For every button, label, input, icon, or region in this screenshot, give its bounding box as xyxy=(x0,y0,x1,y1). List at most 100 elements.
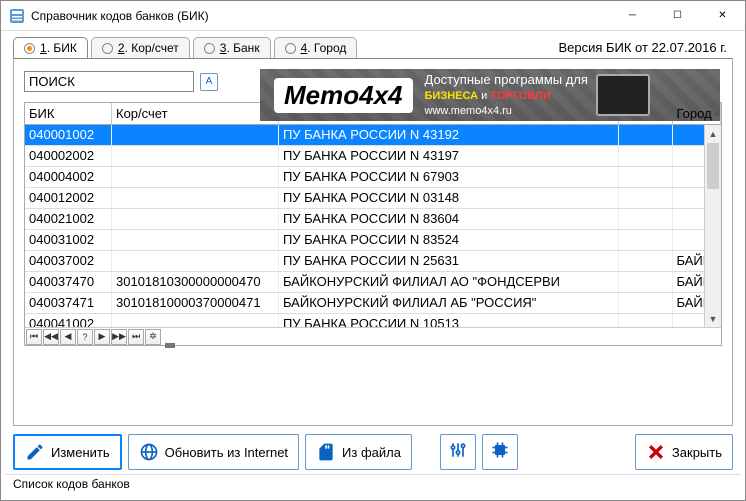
radio-icon xyxy=(204,43,215,54)
tab-город[interactable]: 4. Город xyxy=(274,37,358,58)
radio-icon xyxy=(102,43,113,54)
nav-btn-0[interactable]: ⏮ xyxy=(26,329,42,345)
cell-status xyxy=(619,293,672,313)
cell-name: ПУ БАНКА РОССИИ N 43197 xyxy=(279,146,619,166)
cell-kor xyxy=(112,188,279,208)
table-row[interactable]: 040001002ПУ БАНКА РОССИИ N 43192 xyxy=(25,125,721,146)
cell-kor xyxy=(112,125,279,145)
cell-kor: 30101810000370000471 xyxy=(112,293,279,313)
cell-bik: 040041002 xyxy=(25,314,112,327)
cell-kor xyxy=(112,314,279,327)
cell-status xyxy=(619,167,672,187)
nav-btn-6[interactable]: ⏭ xyxy=(128,329,144,345)
table-row[interactable]: 040041002 ПУ БАНКА РОССИИ N 10513 xyxy=(25,314,721,327)
scroll-track[interactable] xyxy=(705,190,721,310)
app-icon xyxy=(9,8,25,24)
cell-status xyxy=(619,146,672,166)
cell-name: ПУ БАНКА РОССИИ N 43192 xyxy=(279,125,619,145)
x-icon xyxy=(646,442,666,462)
record-navigator: ⏮◀◀◀?▶▶▶⏭✲ xyxy=(25,327,721,345)
window-controls: ─ ☐ ✕ xyxy=(610,1,745,30)
cell-bik: 040037002 xyxy=(25,251,112,271)
banner-monitor-icon xyxy=(596,74,650,116)
table-row[interactable]: 040031002ПУ БАНКА РОССИИ N 83524 xyxy=(25,230,721,251)
status-text: Список кодов банков xyxy=(13,477,130,491)
cell-status xyxy=(619,230,672,250)
close-app-button[interactable]: Закрыть xyxy=(635,434,733,470)
vertical-scrollbar[interactable]: ▲ ▼ xyxy=(704,125,721,327)
banner-and: и xyxy=(481,90,487,102)
search-input[interactable] xyxy=(24,71,194,92)
cell-status xyxy=(619,314,672,327)
globe-icon xyxy=(139,442,159,462)
cell-name: ПУ БАНКА РОССИИ N 83604 xyxy=(279,209,619,229)
scroll-thumb[interactable] xyxy=(707,143,719,189)
cell-kor xyxy=(112,167,279,187)
nav-btn-2[interactable]: ◀ xyxy=(60,329,76,345)
table-row[interactable]: 04003747130101810000370000471БАЙКОНУРСКИ… xyxy=(25,293,721,314)
tabs: 1. БИК2. Кор/счет3. Банк4. Город xyxy=(13,37,357,58)
cell-status xyxy=(619,272,672,292)
update-button[interactable]: Обновить из Internet xyxy=(128,434,299,470)
tab-row: 1. БИК2. Кор/счет3. Банк4. Город Версия … xyxy=(1,31,745,58)
nav-btn-3[interactable]: ? xyxy=(77,329,93,345)
pencil-icon xyxy=(25,442,45,462)
nav-btn-5[interactable]: ▶▶ xyxy=(111,329,127,345)
sdcard-icon xyxy=(316,442,336,462)
col-kor[interactable]: Кор/счет xyxy=(112,103,279,124)
table-row[interactable]: 04003747030101810300000000470БАЙКОНУРСКИ… xyxy=(25,272,721,293)
cell-status xyxy=(619,125,672,145)
cell-bik: 040004002 xyxy=(25,167,112,187)
close-button[interactable]: ✕ xyxy=(700,1,745,30)
cell-name: БАЙКОНУРСКИЙ ФИЛИАЛ АО "ФОНДСЕРВИ xyxy=(279,272,619,292)
search-aux-button[interactable]: А xyxy=(200,73,218,91)
cell-name: БАЙКОНУРСКИЙ ФИЛИАЛ АБ "РОССИЯ" xyxy=(279,293,619,313)
nav-btn-7[interactable]: ✲ xyxy=(145,329,161,345)
window-title: Справочник кодов банков (БИК) xyxy=(31,9,610,23)
update-label: Обновить из Internet xyxy=(165,445,288,460)
table-row[interactable]: 040002002 ПУ БАНКА РОССИИ N 43197 xyxy=(25,146,721,167)
banner-url: www.memo4x4.ru xyxy=(425,104,588,119)
from-file-button[interactable]: Из файла xyxy=(305,434,412,470)
banner-text: Доступные программы для БИЗНЕСА и ТОРГОВ… xyxy=(425,71,588,118)
main-panel: А Memo4x4 Доступные программы для БИЗНЕС… xyxy=(13,58,733,426)
edit-label: Изменить xyxy=(51,445,110,460)
table-row[interactable]: 040021002ПУ БАНКА РОССИИ N 83604 xyxy=(25,209,721,230)
cell-name: ПУ БАНКА РОССИИ N 10513 xyxy=(279,314,619,327)
close-label: Закрыть xyxy=(672,445,722,460)
nav-btn-4[interactable]: ▶ xyxy=(94,329,110,345)
sliders-button[interactable] xyxy=(440,434,476,470)
nav-btn-1[interactable]: ◀◀ xyxy=(43,329,59,345)
cell-name: ПУ БАНКА РОССИИ N 25631 xyxy=(279,251,619,271)
cell-bik: 040037471 xyxy=(25,293,112,313)
from-file-label: Из файла xyxy=(342,445,401,460)
maximize-button[interactable]: ☐ xyxy=(655,1,700,30)
chip-button[interactable] xyxy=(482,434,518,470)
cell-kor xyxy=(112,251,279,271)
tab-банк[interactable]: 3. Банк xyxy=(193,37,271,58)
cell-name: ПУ БАНКА РОССИИ N 03148 xyxy=(279,188,619,208)
table-row[interactable]: 040037002ПУ БАНКА РОССИИ N 25631БАЙК xyxy=(25,251,721,272)
col-city[interactable]: Город xyxy=(673,103,721,124)
scroll-down-icon[interactable]: ▼ xyxy=(705,310,721,327)
tab-бик[interactable]: 1. БИК xyxy=(13,37,88,58)
sliders-icon xyxy=(448,440,468,465)
col-bik[interactable]: БИК xyxy=(25,103,112,124)
data-grid: БИК Кор/счет Наименование банка Статус Г… xyxy=(24,102,722,346)
tab-кор/счет[interactable]: 2. Кор/счет xyxy=(91,37,190,58)
ad-banner[interactable]: Memo4x4 Доступные программы для БИЗНЕСА … xyxy=(260,69,720,121)
edit-button[interactable]: Изменить xyxy=(13,434,122,470)
title-bar: Справочник кодов банков (БИК) ─ ☐ ✕ xyxy=(1,1,745,31)
minimize-button[interactable]: ─ xyxy=(610,1,655,30)
cell-bik: 040002002 xyxy=(25,146,112,166)
cell-bik: 040012002 xyxy=(25,188,112,208)
scroll-up-icon[interactable]: ▲ xyxy=(705,125,721,142)
table-row[interactable]: 040004002 ПУ БАНКА РОССИИ N 67903 xyxy=(25,167,721,188)
cell-kor xyxy=(112,146,279,166)
chip-icon xyxy=(490,440,510,465)
cell-bik: 040037470 xyxy=(25,272,112,292)
cell-name: ПУ БАНКА РОССИИ N 83524 xyxy=(279,230,619,250)
cell-name: ПУ БАНКА РОССИИ N 67903 xyxy=(279,167,619,187)
cell-kor xyxy=(112,209,279,229)
table-row[interactable]: 040012002 ПУ БАНКА РОССИИ N 03148 xyxy=(25,188,721,209)
